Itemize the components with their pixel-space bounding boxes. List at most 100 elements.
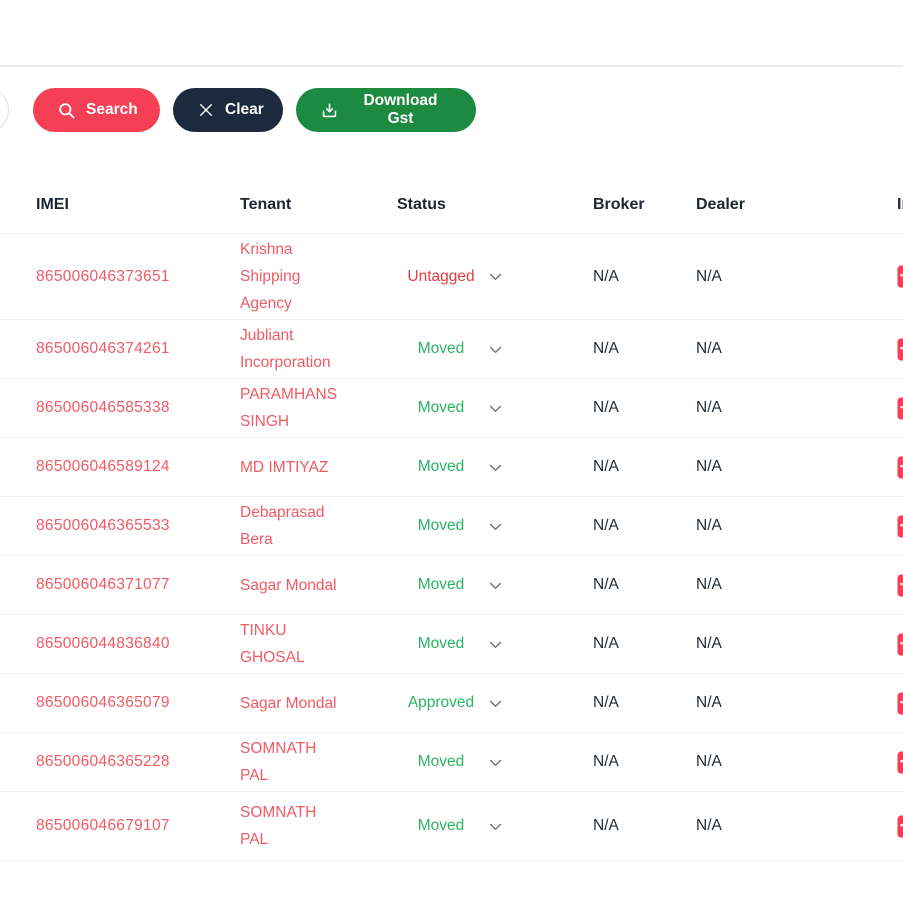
invoice-file-icon[interactable] [897,574,903,597]
status-dropdown-value[interactable]: Approved [397,694,485,712]
tenant-link[interactable]: Jubliant Incorporation [240,322,344,376]
tenant-link[interactable]: TINKU GHOSAL [240,617,344,671]
imei-link[interactable]: 865006046371077 [36,576,170,593]
broker-value: N/A [593,817,619,834]
tenant-link[interactable]: SOMNATH PAL [240,799,344,853]
invoice-file-icon[interactable] [897,265,903,288]
tenant-cell: SOMNATH PAL [240,735,397,789]
tenant-link[interactable]: PARAMHANS SINGH [240,381,344,435]
invoice-file-icon[interactable] [897,692,903,715]
chevron-down-icon[interactable] [487,818,504,835]
status-cell: Moved [397,576,590,594]
table-header-row: IMEI Tenant Status Broker Dealer Invoice [0,132,903,234]
table-row: 865006046589124 MD IMTIYAZ Moved N/A N/A [0,438,903,497]
chevron-down-icon[interactable] [487,695,504,712]
column-header-invoice: Invoice [897,196,903,213]
imei-link[interactable]: 865006046365079 [36,694,170,711]
status-dropdown-value[interactable]: Moved [397,517,485,535]
chevron-down-icon[interactable] [487,459,504,476]
dealer-cell: N/A [693,399,897,417]
invoice-file-icon[interactable] [897,456,903,479]
chevron-down-icon[interactable] [487,400,504,417]
chevron-down-icon[interactable] [487,754,504,771]
status-dropdown-value[interactable]: Untagged [397,268,485,286]
broker-cell: N/A [590,635,693,653]
imei-cell: 865006046679107 [36,817,240,835]
table-row: 865006046373651 Krishna Shipping Agency … [0,234,903,320]
imei-link[interactable]: 865006046679107 [36,817,170,834]
page: Search Clear Download Gst IMEI Tenant Stat… [0,0,903,903]
dealer-value: N/A [696,576,722,593]
top-divider-band [0,0,903,67]
invoice-file-icon[interactable] [897,397,903,420]
broker-value: N/A [593,635,619,652]
status-cell: Moved [397,399,590,417]
chevron-down-icon[interactable] [487,518,504,535]
chevron-down-icon[interactable] [487,577,504,594]
chevron-down-icon[interactable] [487,341,504,358]
broker-cell: N/A [590,517,693,535]
column-header-tenant: Tenant [240,196,292,213]
tenant-cell: Debaprasad Bera [240,499,397,553]
status-dropdown-value[interactable]: Moved [397,340,485,358]
chevron-down-icon[interactable] [487,636,504,653]
invoice-file-icon[interactable] [897,751,903,774]
imei-cell: 865006046371077 [36,576,240,594]
imei-link[interactable]: 865006046365533 [36,517,170,534]
download-gst-button[interactable]: Download Gst [296,88,476,132]
invoice-file-icon[interactable] [897,515,903,538]
clear-button[interactable]: Clear [173,88,283,132]
status-cell: Moved [397,517,590,535]
invoice-file-icon[interactable] [897,815,903,838]
status-dropdown-value[interactable]: Moved [397,458,485,476]
status-dropdown-value[interactable]: Moved [397,635,485,653]
broker-cell: N/A [590,576,693,594]
invoice-file-icon[interactable] [897,338,903,361]
imei-link[interactable]: 865006046373651 [36,268,170,285]
column-header-broker: Broker [593,196,645,213]
imei-link[interactable]: 865006044836840 [36,635,170,652]
tenant-link[interactable]: Krishna Shipping Agency [240,236,344,317]
dealer-cell: N/A [693,576,897,594]
tenant-link[interactable]: Debaprasad Bera [240,499,344,553]
tenant-link[interactable]: Sagar Mondal [240,690,337,717]
imei-link[interactable]: 865006046374261 [36,340,170,357]
partial-input[interactable] [0,87,9,133]
imei-cell: 865006044836840 [36,635,240,653]
imei-link[interactable]: 865006046589124 [36,458,170,475]
tenant-link[interactable]: SOMNATH PAL [240,735,344,789]
invoice-cell [897,397,903,420]
broker-value: N/A [593,267,619,285]
invoice-cell [897,692,903,715]
imei-cell: 865006046585338 [36,399,240,417]
imei-link[interactable]: 865006046365228 [36,753,170,770]
imei-cell: 865006046373651 [36,268,240,286]
download-icon [320,101,339,120]
tenant-cell: Krishna Shipping Agency [240,236,397,317]
dealer-cell: N/A [693,635,897,653]
dealer-cell: N/A [693,817,897,835]
invoice-file-icon[interactable] [897,633,903,656]
close-icon [197,101,215,119]
imei-cell: 865006046589124 [36,458,240,476]
status-dropdown-value[interactable]: Moved [397,753,485,771]
status-cell: Moved [397,635,590,653]
status-cell: Moved [397,458,590,476]
chevron-down-icon[interactable] [487,268,504,285]
search-button[interactable]: Search [33,88,160,132]
dealer-value: N/A [696,458,722,475]
dealer-cell: N/A [693,517,897,535]
status-dropdown-value[interactable]: Moved [397,576,485,594]
imei-link[interactable]: 865006046585338 [36,399,170,416]
broker-cell: N/A [590,268,693,286]
status-dropdown-value[interactable]: Moved [397,399,485,417]
tenant-link[interactable]: MD IMTIYAZ [240,454,328,481]
status-dropdown-value[interactable]: Moved [397,817,485,835]
invoice-cell [897,751,903,774]
dealer-value: N/A [696,635,722,652]
imei-cell: 865006046365228 [36,753,240,771]
dealer-value: N/A [696,753,722,770]
tenant-link[interactable]: Sagar Mondal [240,572,337,599]
column-header-imei: IMEI [36,196,69,213]
invoice-cell [897,265,903,288]
